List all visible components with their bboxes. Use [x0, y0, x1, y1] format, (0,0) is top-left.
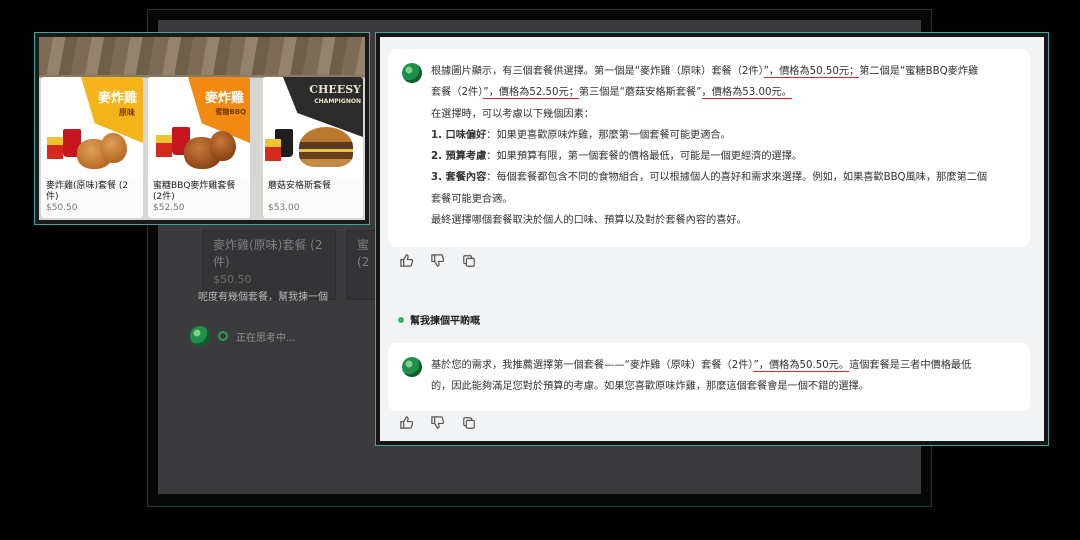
- price-highlight: ，價格為53.00元。: [701, 87, 792, 100]
- background-card-title: 麥炸雞(原味)套餐 (2 件): [213, 238, 323, 269]
- message-actions: [398, 252, 477, 269]
- user-dot-icon: [398, 316, 404, 323]
- fries-icon: [265, 139, 281, 161]
- assistant-message: 基於您的需求，我推薦選擇第一個套餐——“麥炸雞（原味）套餐（2件）”，價格為50…: [388, 343, 1030, 411]
- assistant-logo-icon: [190, 326, 210, 346]
- user-message: 幫我揀個平啲嘅: [398, 312, 480, 327]
- background-card-title: 蜜 (2: [357, 238, 370, 269]
- background-card-price: $50.50: [213, 273, 252, 286]
- bbq-chicken-icon: [210, 131, 236, 161]
- assistant-message-text: 根據圖片顯示，有三個套餐供選擇。第一個是“麥炸雞（原味）套餐（2件）”，價格為5…: [431, 66, 988, 227]
- user-message-text: 幫我揀個平啲嘅: [410, 316, 480, 327]
- assistant-message-text: 基於您的需求，我推薦選擇第一個套餐——“麥炸雞（原味）套餐（2件）”，價格為50…: [431, 360, 972, 393]
- copy-icon[interactable]: [460, 252, 477, 269]
- assistant-message: 根據圖片顯示，有三個套餐供選擇。第一個是“麥炸雞（原味）套餐（2件）”，價格為5…: [388, 49, 1030, 247]
- loading-icon: [218, 331, 228, 341]
- chat-panel-frame: 根據圖片顯示，有三個套餐供選擇。第一個是“麥炸雞（原味）套餐（2件）”，價格為5…: [375, 32, 1049, 446]
- thumbs-up-icon[interactable]: [398, 414, 415, 431]
- menu-photo: 麥炸雞 原味 麥炸雞(原味)套餐 (2 件) $50.50 麥炸雞 蜜糖BBQ: [39, 37, 365, 220]
- menu-item-mushroom-angus: CHEESY CHAMPIGNON 蘑菇安格斯套餐 $53.00: [263, 77, 363, 218]
- menu-item-name: 麥炸雞(原味)套餐 (2 件): [46, 181, 129, 202]
- burger-icon: [299, 127, 353, 167]
- assistant-logo-icon: [402, 357, 422, 377]
- banner-title: 麥炸雞: [97, 91, 137, 106]
- fries-icon: [156, 135, 172, 157]
- banner-title: 麥炸雞: [204, 91, 244, 106]
- banner-subtitle: CHAMPIGNON: [314, 98, 361, 105]
- assistant-logo-icon: [402, 63, 422, 83]
- thumbs-up-icon[interactable]: [398, 252, 415, 269]
- banner-title: CHEESY: [309, 83, 361, 96]
- copy-icon[interactable]: [460, 414, 477, 431]
- menu-item-honey-bbq-chicken: 麥炸雞 蜜糖BBQ 蜜糖BBQ麥炸雞套餐 (2件) $52.50: [148, 77, 250, 218]
- price-highlight: ”，價格為50.50元；: [763, 66, 860, 78]
- price-highlight: ”，價格為52.50元；: [483, 87, 579, 100]
- menu-item-name: 蘑菇安格斯套餐: [268, 181, 332, 191]
- menu-item-price: $50.50: [46, 203, 78, 213]
- menu-item-original-chicken: 麥炸雞 原味 麥炸雞(原味)套餐 (2 件) $50.50: [41, 77, 143, 218]
- menu-item-name: 蜜糖BBQ麥炸雞套餐 (2件): [153, 181, 236, 202]
- menu-photo-inset: 麥炸雞 原味 麥炸雞(原味)套餐 (2 件) $50.50 麥炸雞 蜜糖BBQ: [34, 32, 370, 225]
- menu-item-price: $52.50: [153, 203, 185, 213]
- fried-chicken-icon: [101, 133, 127, 163]
- message-actions: [398, 414, 477, 431]
- price-highlight: ”，價格為50.50元。: [753, 360, 850, 372]
- background-thinking-status: 正在思考中...: [190, 326, 296, 346]
- thumbs-down-icon[interactable]: [429, 414, 446, 431]
- fries-icon: [47, 137, 63, 159]
- fried-food-photo-strip: [39, 37, 365, 75]
- banner-subtitle: 蜜糖BBQ: [215, 108, 246, 116]
- chat-panel: 根據圖片顯示，有三個套餐供選擇。第一個是“麥炸雞（原味）套餐（2件）”，價格為5…: [380, 37, 1044, 441]
- menu-item-price: $53.00: [268, 203, 300, 213]
- background-user-message: 呢度有幾個套餐，幫我揀一個: [198, 292, 328, 303]
- thinking-text: 正在思考中...: [236, 332, 296, 344]
- thumbs-down-icon[interactable]: [429, 252, 446, 269]
- banner-subtitle: 原味: [119, 108, 135, 117]
